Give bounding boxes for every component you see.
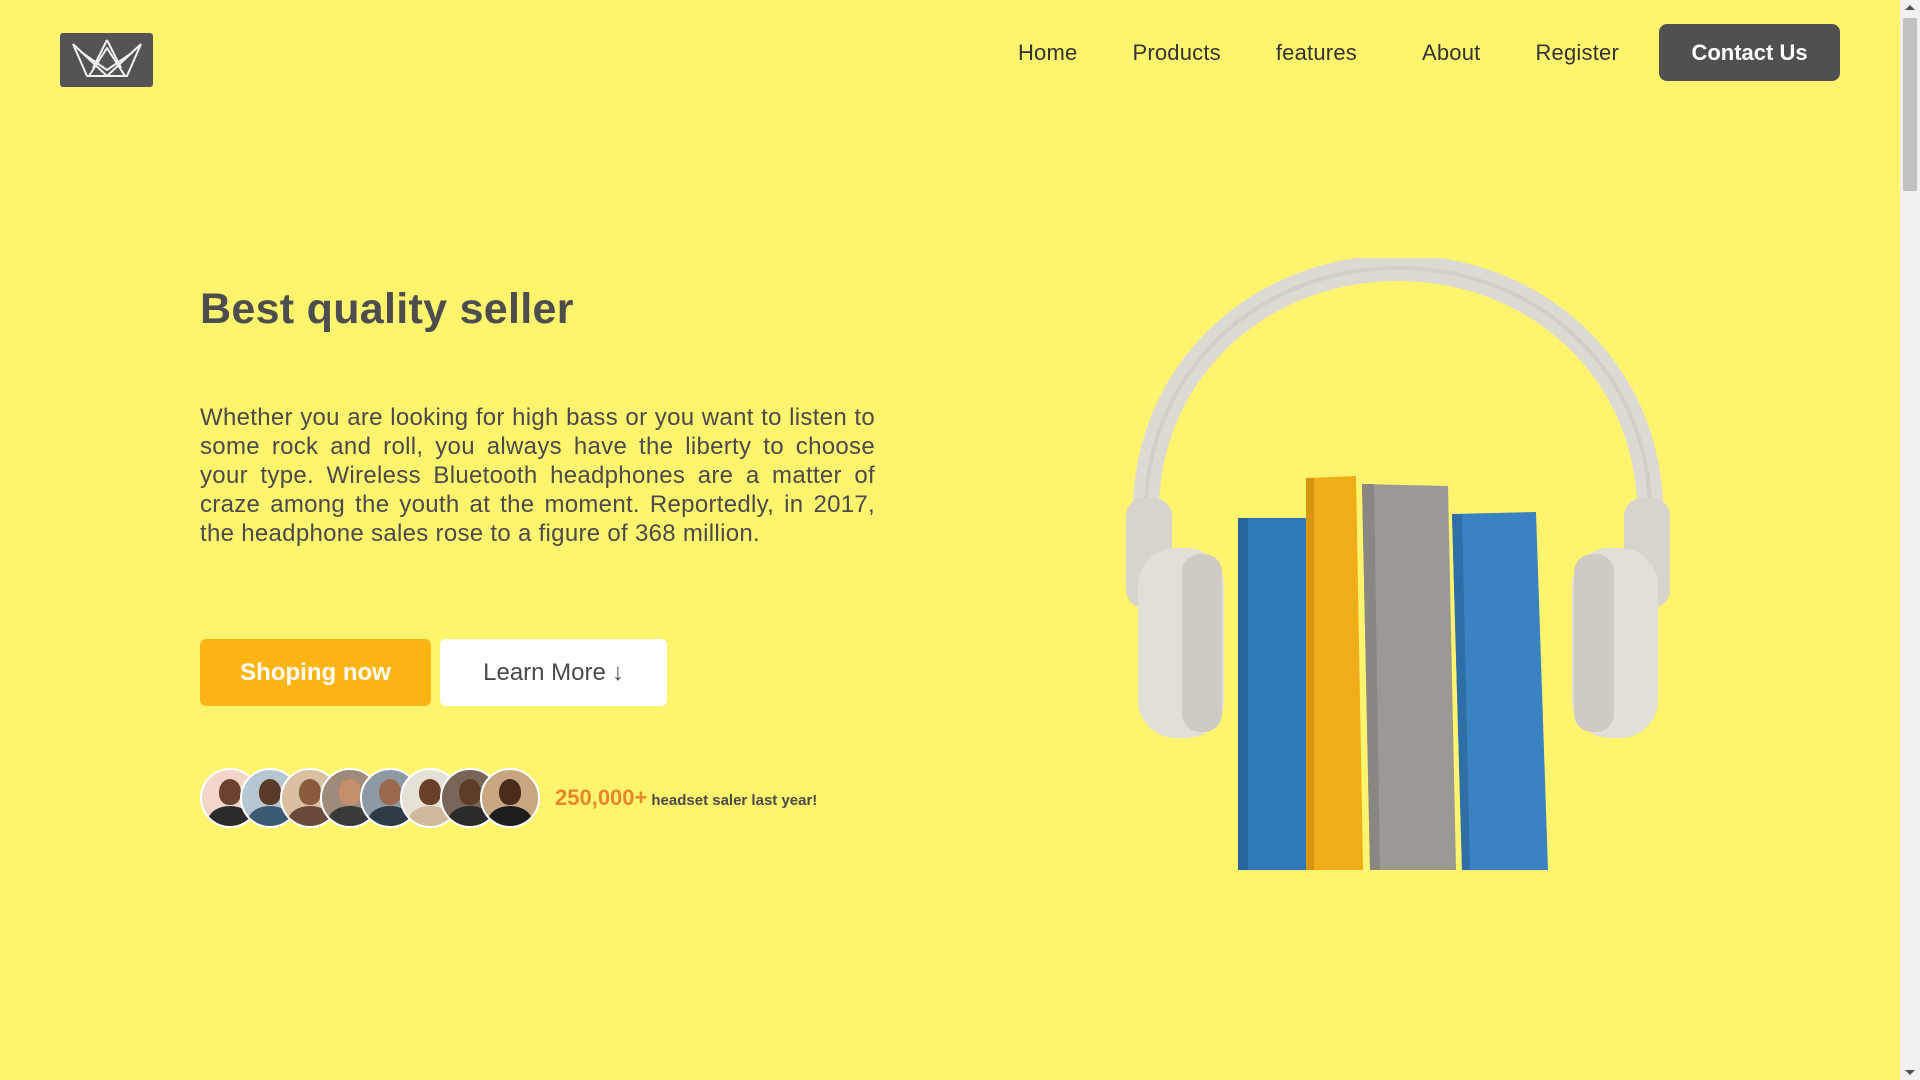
nav-about[interactable]: About (1422, 40, 1481, 66)
sales-stat-label: headset saler last year! (651, 792, 818, 809)
scroll-up-icon[interactable] (1905, 5, 1915, 10)
crown-logo-icon[interactable] (60, 33, 153, 87)
nav-home[interactable]: Home (1018, 40, 1078, 66)
arrow-down-icon: ↓ (611, 658, 624, 686)
customer-avatars (200, 768, 540, 828)
sales-stat: 250,000+ headset saler last year! (555, 785, 817, 811)
nav-register[interactable]: Register (1535, 40, 1619, 66)
headphones-on-books-image (1118, 254, 1678, 870)
sales-stat-number: 250,000+ (555, 785, 648, 810)
hero-title: Best quality seller (200, 285, 574, 333)
avatar (480, 768, 540, 828)
learn-more-button[interactable]: Learn More ↓ (440, 639, 667, 706)
scroll-down-icon[interactable] (1905, 1070, 1915, 1075)
main-nav: Home Products features About Register Co… (1018, 24, 1840, 81)
hero-description: Whether you are looking for high bass or… (200, 404, 875, 547)
nav-products[interactable]: Products (1132, 40, 1220, 66)
page-scrollbar[interactable] (1900, 0, 1920, 1080)
learn-more-label: Learn More (483, 658, 606, 686)
nav-features[interactable]: features (1276, 40, 1357, 66)
shopping-now-button[interactable]: Shoping now (200, 639, 431, 706)
scrollbar-thumb[interactable] (1903, 18, 1917, 191)
contact-us-button[interactable]: Contact Us (1659, 24, 1840, 81)
